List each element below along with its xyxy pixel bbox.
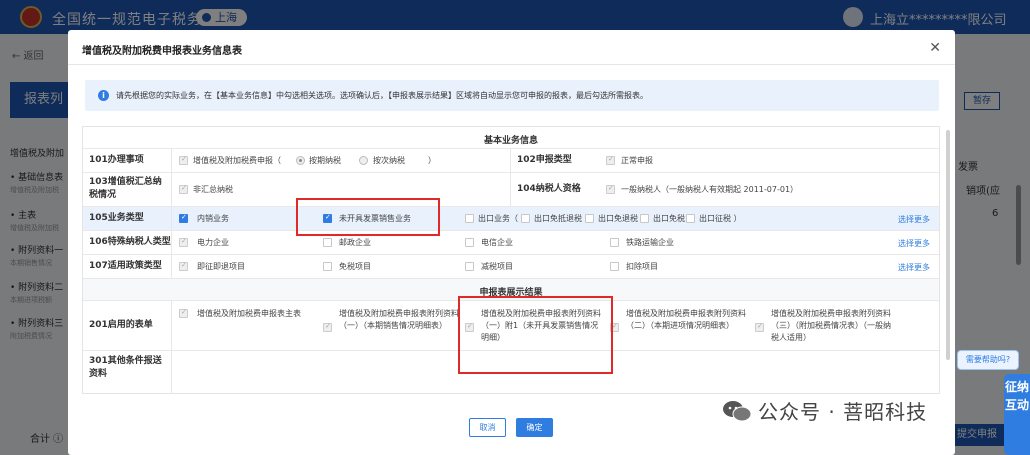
section-title-basic: 基本业务信息 (483, 136, 538, 146)
option-label: 出口免税 (653, 214, 685, 223)
form-option-main: 增值税及附加税费申报表主表 (197, 309, 301, 318)
option-label: 电信企业 (481, 238, 513, 247)
option-label: 内销业务 (197, 214, 229, 223)
option-label: 铁路运输企业 (626, 238, 674, 247)
info-icon: i (98, 90, 109, 101)
form-row-101: 101办理事项 增值税及附加税费申报（ 按期纳税 按次纳税 ） 102申报类型 … (83, 149, 939, 173)
select-more-link[interactable]: 选择更多 (898, 214, 930, 225)
business-info-modal: 增值税及附加税费申报表业务信息表 ✕ i 请先根据您的实际业务，在【基本业务信息… (68, 30, 955, 455)
checkbox-export-exempt-refund[interactable] (521, 214, 530, 223)
field-label: 301其他条件报送资料 (89, 356, 162, 379)
modal-title: 增值税及附加税费申报表业务信息表 (82, 46, 242, 57)
form-option-attach1: 增值税及附加税费申报表附列资料（一）（本期销售情况明细表） (339, 309, 459, 330)
checkbox[interactable] (610, 262, 619, 271)
form-row-105: 105业务类型 内销业务 未开具发票销售业务 出口业务（ 出口免抵退税 出口免退… (83, 207, 939, 231)
checkbox[interactable] (610, 238, 619, 247)
divider (510, 149, 511, 207)
checkbox-export-exempt[interactable] (640, 214, 649, 223)
wechat-icon (723, 401, 752, 422)
interaction-panel-button[interactable]: 征纳互动 (1004, 374, 1030, 455)
option-label: 即征即退项目 (197, 262, 245, 271)
checkbox-domestic-sales[interactable] (179, 213, 188, 223)
form-option-attach2: 增值税及附加税费申报表附列资料（二）（本期进项情况明细表） (626, 309, 746, 330)
option-label: 出口免退税 (598, 214, 638, 223)
option-label: 免税项目 (339, 262, 371, 271)
option-label: 电力企业 (197, 238, 229, 247)
option-label: 邮政企业 (339, 238, 371, 247)
watermark-text: 公众号 · 菩昭科技 (758, 400, 928, 424)
checkbox (179, 184, 188, 194)
field-label: 102申报类型 (517, 155, 572, 165)
divider (68, 64, 955, 65)
select-more-link[interactable]: 选择更多 (898, 238, 930, 249)
divider (171, 301, 172, 393)
option-label: 按次纳税 (373, 156, 405, 165)
form-option-attach3: 增值税及附加税费申报表附列资料（三）（附加税费情况表）（一般纳税人适用） (771, 309, 891, 342)
checkbox[interactable] (465, 262, 474, 271)
form-row-106: 106特殊纳税人类型 电力企业 邮政企业 电信企业 铁路运输企业 选择更多 (83, 231, 939, 255)
option-label: ） (428, 156, 436, 165)
checkbox-export[interactable] (465, 214, 474, 223)
notice-text: 请先根据您的实际业务，在【基本业务信息】中勾选相关选项。选项确认后，【申报表展示… (116, 91, 648, 100)
modal-scrollbar[interactable] (946, 130, 950, 360)
option-label: 出口免抵退税 (534, 214, 582, 223)
checkbox (179, 155, 188, 165)
option-label: 增值税及附加税费申报（ (193, 156, 281, 165)
checkbox (179, 308, 188, 318)
highlight-box (458, 296, 613, 374)
section-header-row: 基本业务信息 (83, 127, 939, 149)
highlight-box (296, 198, 440, 236)
option-label: 扣除项目 (626, 262, 658, 271)
cancel-button[interactable]: 取消 (469, 418, 506, 437)
form-row-107: 107适用政策类型 即征即退项目 免税项目 减税项目 扣除项目 选择更多 (83, 255, 939, 279)
checkbox (606, 155, 615, 165)
checkbox[interactable] (323, 238, 332, 247)
form-row-103: 103增值税汇总纳税情况 非汇总纳税 104纳税人资格 一般纳税人（一般纳税人有… (83, 173, 939, 207)
select-more-link[interactable]: 选择更多 (898, 262, 930, 273)
field-label: 101办理事项 (89, 155, 144, 165)
option-label: 出口业务（ (478, 214, 518, 223)
checkbox-export-levy[interactable] (686, 214, 695, 223)
option-label: 减税项目 (481, 262, 513, 271)
help-bubble[interactable]: 需要帮助吗? (957, 350, 1019, 370)
notice-banner: i 请先根据您的实际业务，在【基本业务信息】中勾选相关选项。选项确认后，【申报表… (85, 80, 939, 111)
checkbox (755, 322, 764, 332)
field-label: 103增值税汇总纳税情况 (89, 177, 162, 200)
radio-button[interactable] (359, 156, 368, 165)
option-label: 正常申报 (621, 156, 653, 165)
confirm-button[interactable]: 确定 (516, 418, 553, 437)
field-label: 201启用的表单 (89, 320, 153, 330)
checkbox-export-refund[interactable] (585, 214, 594, 223)
checkbox[interactable] (465, 238, 474, 247)
field-label: 107适用政策类型 (89, 261, 162, 271)
field-label: 106特殊纳税人类型 (89, 237, 171, 247)
checkbox[interactable] (179, 237, 188, 247)
option-label: 一般纳税人（一般纳税人有效期起 2011-07-01） (621, 185, 799, 194)
checkbox[interactable] (323, 262, 332, 271)
divider (171, 149, 172, 279)
checkbox (606, 184, 615, 194)
checkbox[interactable] (179, 261, 188, 271)
radio-button[interactable] (296, 156, 305, 165)
option-label: 按期纳税 (309, 156, 341, 165)
option-label: 非汇总纳税 (193, 185, 233, 194)
option-label: 出口征税 ） (699, 214, 742, 223)
field-label: 105业务类型 (89, 213, 144, 223)
close-icon[interactable]: ✕ (929, 40, 941, 56)
checkbox (323, 322, 332, 332)
field-label: 104纳税人资格 (517, 184, 581, 194)
